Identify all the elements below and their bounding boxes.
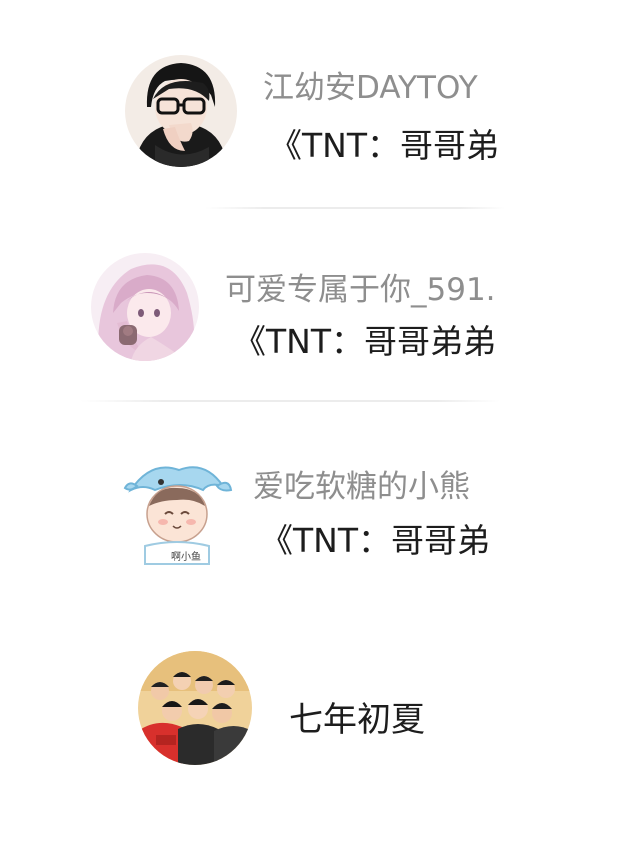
edge-mask (505, 90, 520, 140)
avatar-2[interactable] (91, 253, 199, 361)
message-preview-3: 《TNT：哥哥弟 (260, 521, 489, 560)
avatar-4[interactable] (138, 651, 252, 765)
conversation-item-2[interactable]: 可爱专属于你_591... 《TNT：哥哥弟弟 (80, 230, 500, 380)
anime-boy-glasses-avatar-icon (125, 55, 237, 167)
contact-name-2: 可爱专属于你_591... (225, 272, 495, 308)
contact-name-4: 七年初夏 (289, 700, 425, 740)
divider (205, 207, 505, 209)
cartoon-whale-hat-child-avatar-icon: 啊小鱼 (121, 460, 233, 572)
message-preview-1: 《TNT：哥哥弟 (269, 126, 500, 165)
divider (80, 400, 500, 402)
avatar-caption: 啊小鱼 (171, 550, 201, 563)
avatar-1[interactable] (125, 55, 237, 167)
message-preview-2: 《TNT：哥哥弟弟 (233, 322, 495, 361)
conversation-item-4[interactable]: 七年初夏 (130, 640, 460, 780)
avatar-3[interactable]: 啊小鱼 (121, 460, 233, 572)
group-photo-avatar-icon (138, 651, 252, 765)
conversation-item-1[interactable]: 江幼安DAYTOY 《TNT：哥哥弟 (110, 40, 520, 190)
contact-name-3: 爱吃软糖的小熊 (253, 469, 470, 505)
conversation-item-3[interactable]: 啊小鱼 爱吃软糖的小熊 《TNT：哥哥弟 (115, 445, 495, 575)
chat-list-screen: 江幼安DAYTOY 《TNT：哥哥弟 可爱专属于你_591... 《TNT：哥哥… (0, 0, 640, 844)
anime-girl-pink-hair-avatar-icon (91, 253, 199, 361)
contact-name-1: 江幼安DAYTOY (263, 70, 478, 106)
